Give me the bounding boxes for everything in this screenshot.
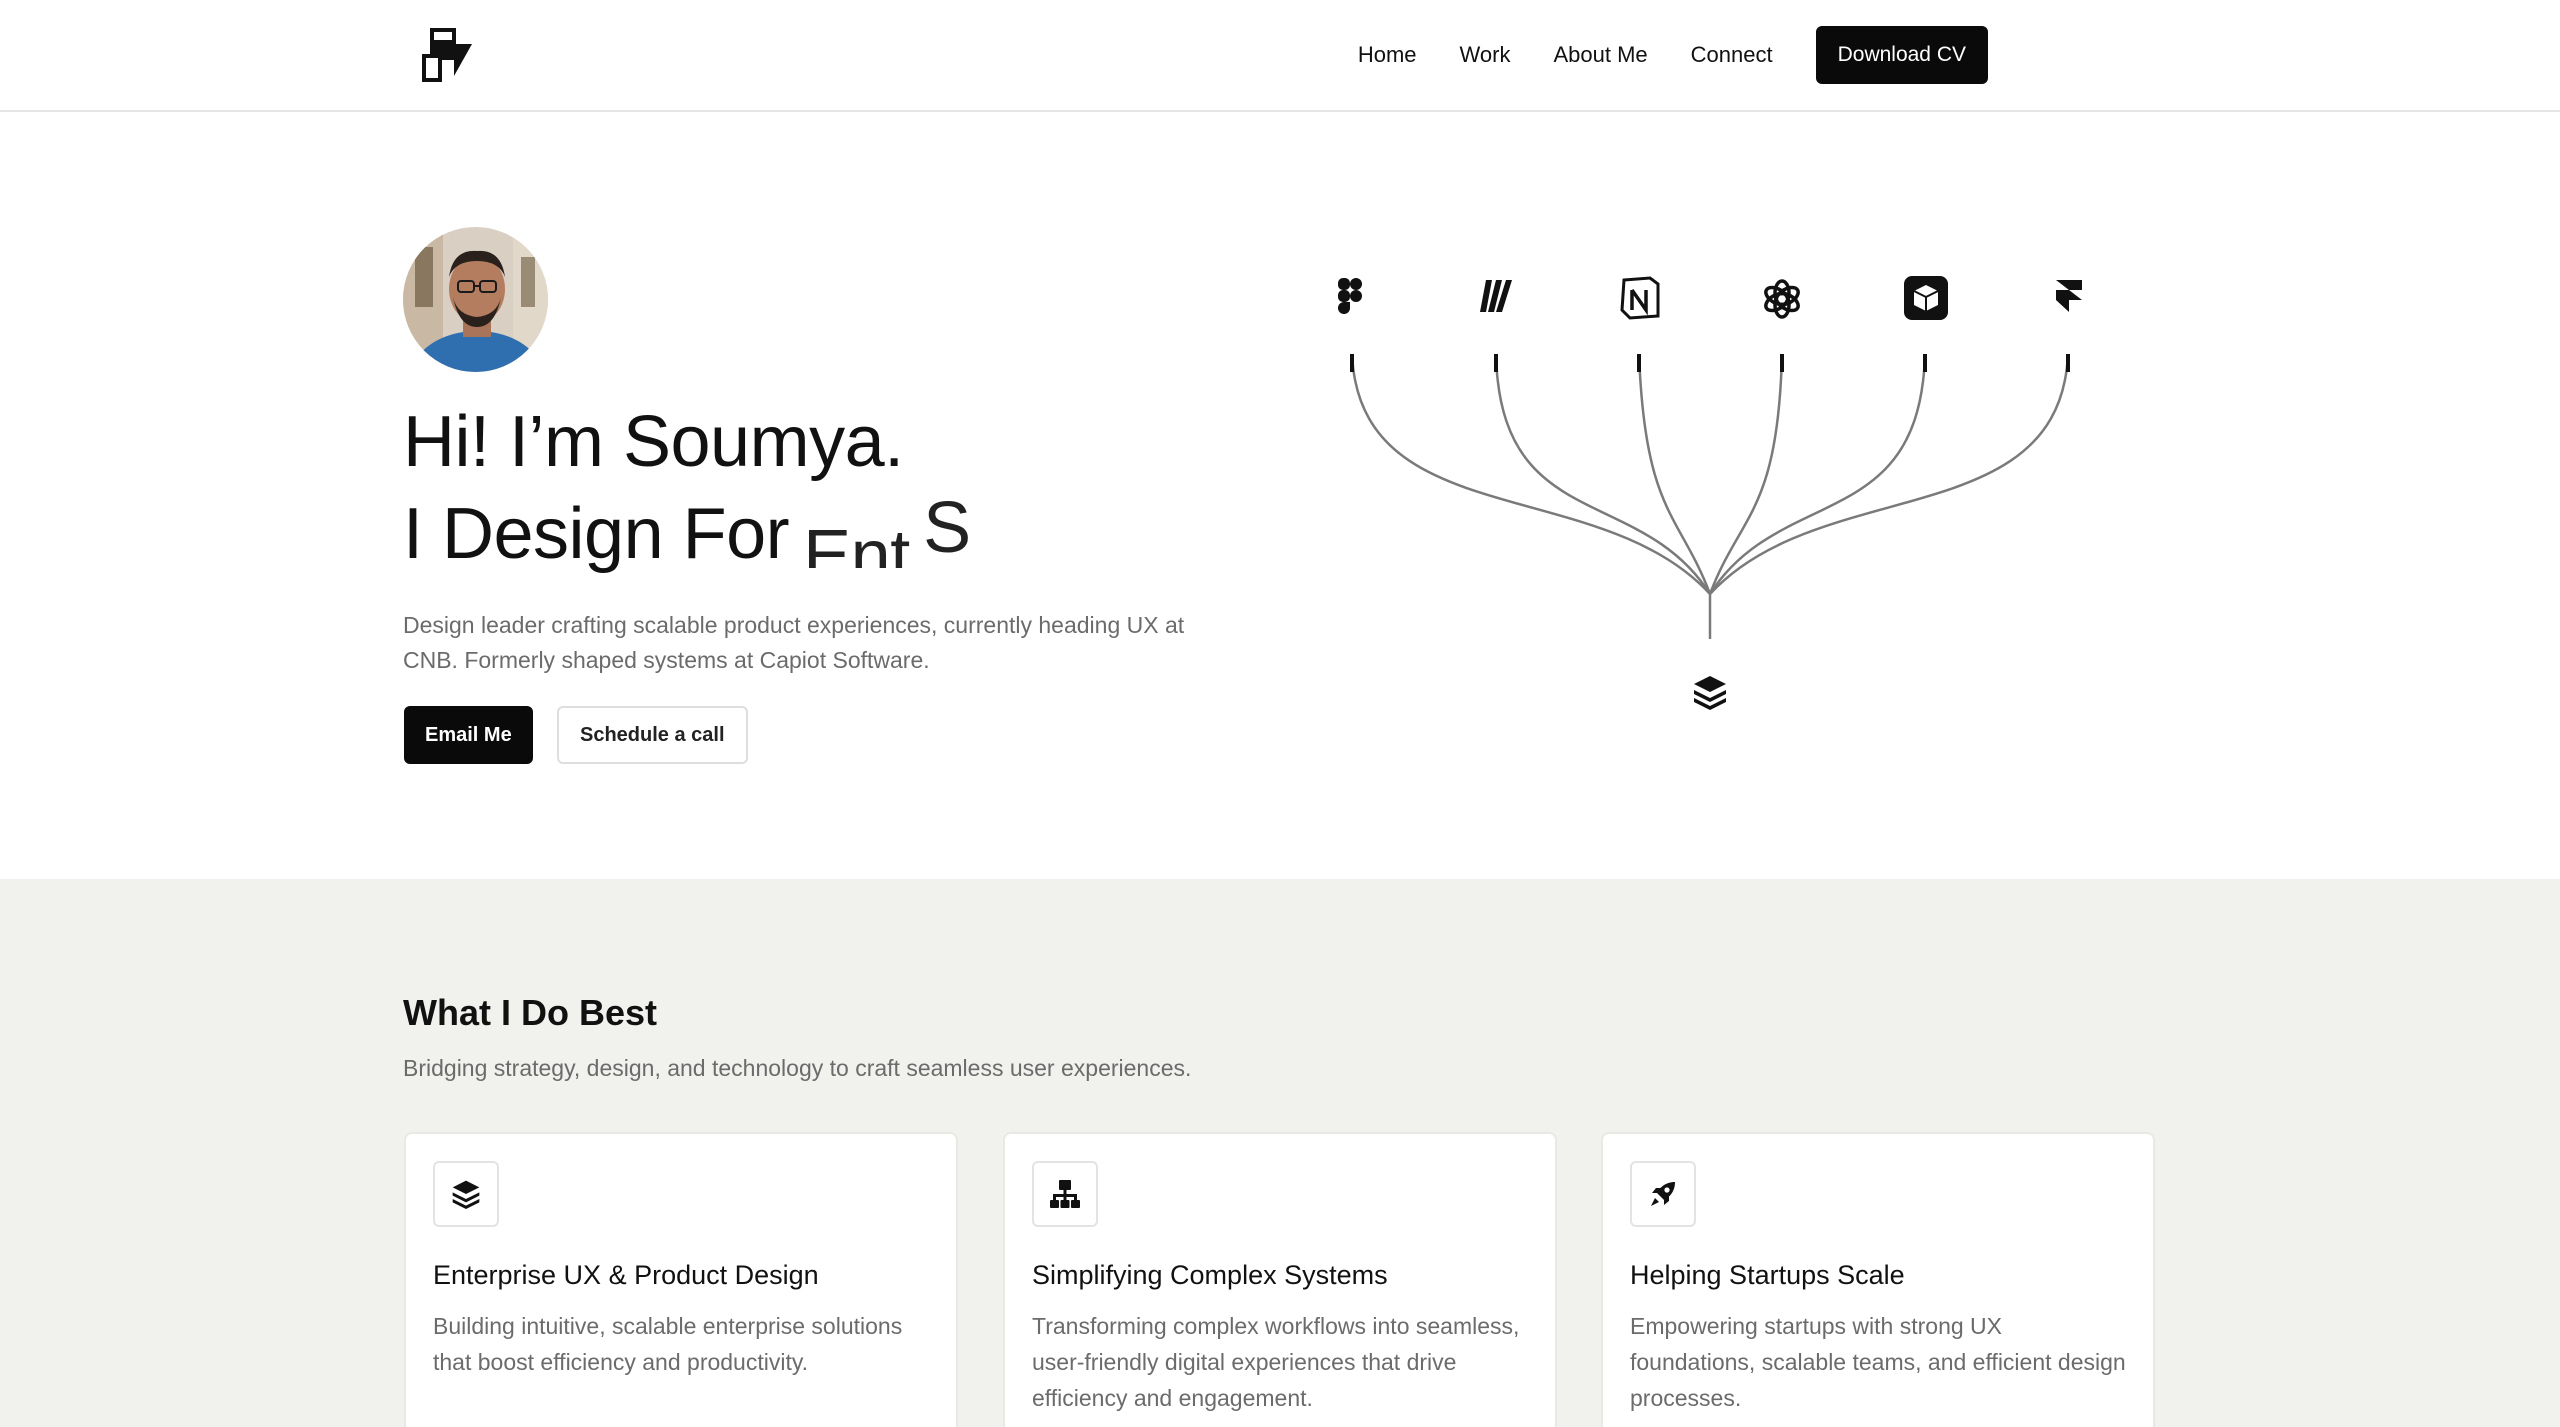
layers-icon <box>433 1161 499 1227</box>
rocket-icon <box>1630 1161 1696 1227</box>
nav-link-connect[interactable]: Connect <box>1691 42 1773 68</box>
card-description: Transforming complex workflows into seam… <box>1032 1313 1520 1411</box>
top-navigation: Home Work About Me Connect Download CV <box>0 0 2560 112</box>
service-card-startups-scale[interactable]: Helping Startups Scale Empowering startu… <box>1601 1132 2155 1427</box>
profile-photo <box>403 227 548 372</box>
notion-icon <box>1620 276 1660 320</box>
section-title: What I Do Best <box>403 992 658 1033</box>
schedule-call-button[interactable]: Schedule a call <box>557 706 748 764</box>
site-logo-icon[interactable] <box>416 26 478 84</box>
service-card-complex-systems[interactable]: Simplifying Complex Systems Transforming… <box>1003 1132 1557 1427</box>
hero-title-prefix: I Design For <box>403 494 790 574</box>
section-subtitle: Bridging strategy, design, and technolog… <box>403 1055 1192 1081</box>
email-me-button[interactable]: Email Me <box>404 706 533 764</box>
connector-caps <box>1350 354 2070 372</box>
service-card-enterprise-ux[interactable]: Enterprise UX & Product Design Building … <box>404 1132 958 1427</box>
card-title: Enterprise UX & Product Design <box>433 1260 819 1290</box>
nav-links: Home Work About Me Connect Download CV <box>1358 26 1988 84</box>
card-title: Simplifying Complex Systems <box>1032 1260 1388 1290</box>
rotating-word-next: S <box>923 498 971 568</box>
card-description: Empowering startups with strong UX found… <box>1630 1313 2126 1411</box>
cube-app-icon <box>1904 276 1948 320</box>
miro-icon <box>1480 280 1512 312</box>
layers-hub-icon <box>1694 676 1726 710</box>
nav-link-home[interactable]: Home <box>1358 42 1417 68</box>
download-cv-button[interactable]: Download CV <box>1815 26 1988 84</box>
hierarchy-icon <box>1032 1161 1098 1227</box>
rotating-word: Ent S <box>803 498 973 568</box>
figma-icon <box>1338 278 1362 314</box>
tools-diagram <box>1338 276 2082 710</box>
connector-lines <box>1350 353 2070 639</box>
hero-title: Hi! I’m Soumya. I Design For Ent S <box>403 396 973 580</box>
avatar <box>403 227 548 372</box>
openai-icon <box>1764 279 1800 319</box>
card-description: Building intuitive, scalable enterprise … <box>433 1313 903 1375</box>
services-section: What I Do Best Bridging strategy, design… <box>0 879 2560 1427</box>
rotating-word-current: Ent <box>803 516 910 568</box>
nav-link-about-me[interactable]: About Me <box>1553 42 1647 68</box>
hero-description: Design leader crafting scalable product … <box>403 612 1185 673</box>
card-title: Helping Startups Scale <box>1630 1260 1905 1290</box>
hero-title-line-2: I Design For Ent S <box>403 488 973 580</box>
nav-link-work[interactable]: Work <box>1460 42 1511 68</box>
hero-section: Hi! I’m Soumya. I Design For Ent S Design … <box>0 114 2560 879</box>
hero-title-line-1: Hi! I’m Soumya. <box>403 402 904 482</box>
framer-icon <box>2056 280 2082 312</box>
